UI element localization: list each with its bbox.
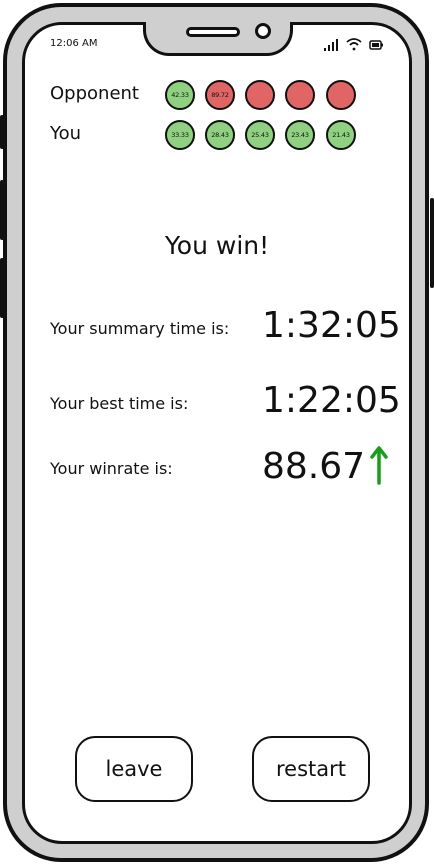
opponent-round-3: [245, 80, 275, 110]
status-icons: [324, 38, 383, 51]
arrow-up-icon: [370, 446, 388, 485]
summary-time-label: Your summary time is:: [50, 319, 230, 338]
summary-time-value: 1:32:05: [262, 305, 401, 346]
battery-icon: [369, 40, 383, 50]
you-round-5: 21.43: [326, 120, 356, 150]
opponent-round-4: [285, 80, 315, 110]
status-time: 12:06 AM: [50, 38, 98, 49]
result-title: You win!: [164, 231, 270, 260]
best-time-label: Your best time is:: [50, 394, 189, 413]
winrate-label: Your winrate is:: [50, 459, 173, 478]
restart-button[interactable]: restart: [252, 736, 370, 802]
speaker-grille: [186, 27, 240, 37]
you-round-2: 28.43: [205, 120, 235, 150]
winrate-value: 88.67: [262, 446, 366, 487]
you-label: You: [50, 123, 82, 144]
side-button-left-bottom: [0, 258, 4, 318]
side-button-left-top: [0, 115, 4, 149]
opponent-round-1: 42.33: [165, 80, 195, 110]
opponent-round-2: 89.72: [205, 80, 235, 110]
signal-icon: [324, 39, 338, 51]
camera-icon: [255, 23, 271, 39]
you-round-4: 23.43: [285, 120, 315, 150]
you-round-1: 33.33: [165, 120, 195, 150]
best-time-value: 1:22:05: [262, 380, 401, 421]
leave-button[interactable]: leave: [75, 736, 193, 802]
opponent-label: Opponent: [50, 83, 139, 104]
you-round-3: 25.43: [245, 120, 275, 150]
wifi-icon: [346, 38, 362, 51]
opponent-round-5: [326, 80, 356, 110]
